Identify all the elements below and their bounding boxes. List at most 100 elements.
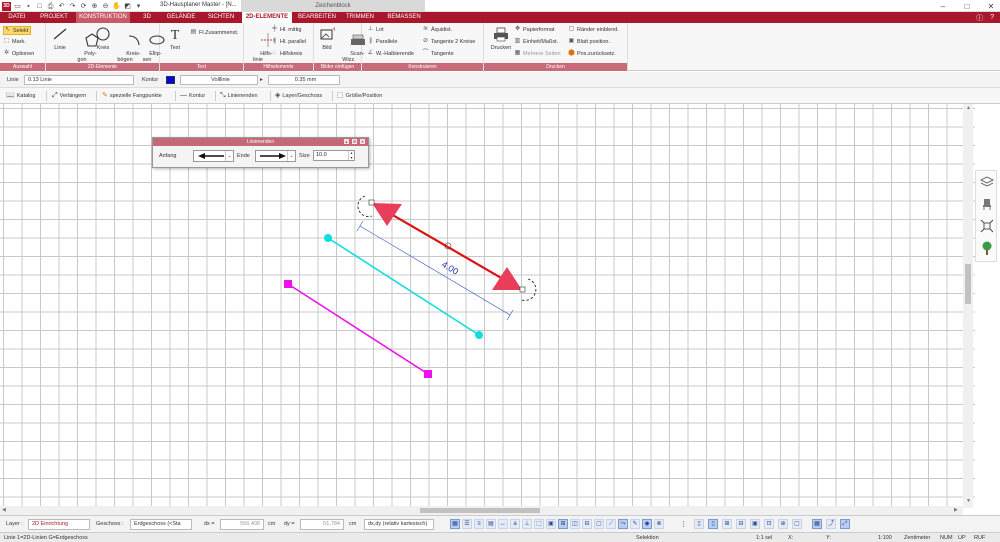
kontur-button[interactable]: — Kontur [180, 91, 205, 101]
raender-einblend-button[interactable]: ▢ Ränder einblend. [568, 26, 619, 33]
linienenden-button[interactable]: ⤡ Linienenden [220, 91, 258, 101]
rotate-handle-start[interactable] [357, 195, 373, 217]
vertical-scrollbar[interactable]: ▲ ▼ [963, 104, 973, 508]
cyan-line-start-handle[interactable] [324, 234, 332, 242]
redo-icon[interactable]: ↷ [68, 2, 77, 11]
snap-line-icon[interactable]: ⟋ [606, 519, 616, 529]
magenta-line-start-handle[interactable] [284, 280, 292, 288]
view-expand-icon[interactable]: ⤢ [840, 519, 850, 529]
scroll-up-icon[interactable]: ▲ [966, 105, 971, 111]
snap-area-icon[interactable]: ⬚ [534, 519, 544, 529]
pos-zuruecksetz-button[interactable]: ⬤ Pos.zurücksetz. [568, 50, 616, 57]
view-zoom-icon[interactable]: ⊕ [778, 519, 788, 529]
verlaengern-button[interactable]: ⤢ Verlängern [52, 91, 86, 101]
snap-angle-icon[interactable]: ⤳ [618, 519, 628, 529]
new-file-icon[interactable]: □ [35, 2, 44, 11]
tab-sichten[interactable]: SICHTEN [204, 12, 238, 23]
line-style-select[interactable]: 0.13 Linie [24, 75, 134, 85]
red-line-end-handle[interactable] [519, 286, 526, 293]
magenta-line-end-handle[interactable] [424, 370, 432, 378]
spinner-arrows-icon[interactable]: ▲ ▼ [348, 151, 354, 160]
dropdown-icon[interactable]: ▾ [134, 2, 143, 11]
horizontal-scrollbar[interactable]: ◀ ▶ [0, 506, 963, 515]
zoom-in-icon[interactable]: ⊕ [90, 2, 99, 11]
line-width-select[interactable]: 0.35 mm [268, 75, 340, 85]
drawing-canvas[interactable]: 4.00 [0, 104, 975, 508]
vertical-scroll-thumb[interactable] [965, 264, 971, 304]
einheit-massst-button[interactable]: ▥ Einheit/Maßst. [514, 38, 559, 45]
scroll-right-icon[interactable]: ▶ [954, 507, 958, 513]
tab-2d-elemente[interactable]: 2D-ELEMENTE [242, 12, 292, 23]
align-icon[interactable]: ☰ [462, 519, 472, 529]
kreis-button[interactable]: Kreis [94, 26, 112, 51]
grid-snap-icon[interactable]: ▦ [450, 519, 460, 529]
groesse-position-button[interactable]: ⬚ Größe/Position [337, 91, 382, 101]
minimize-icon[interactable]: – [938, 2, 948, 11]
geschoss-select[interactable]: Erdgeschoss (<Sta [130, 519, 192, 530]
parallele-button[interactable]: ∥ Parallele [367, 38, 397, 45]
layers-panel-icon[interactable] [980, 175, 994, 189]
pin-icon[interactable]: ▴ [344, 139, 349, 144]
blatt-position-button[interactable]: ▣ Blatt position. [568, 38, 610, 45]
view-tile-icon[interactable]: ⊡ [764, 519, 774, 529]
view-page-active-icon[interactable]: ▯ [708, 519, 718, 529]
magenta-line[interactable] [287, 283, 429, 375]
dy-input[interactable]: 51,784 [300, 519, 344, 530]
tab-3d[interactable]: 3D [138, 12, 156, 23]
cyan-line-end-handle[interactable] [475, 331, 483, 339]
fill-pattern-icon[interactable]: ▤ [486, 519, 496, 529]
view-full-icon[interactable]: ▣ [750, 519, 760, 529]
hl-mittig-button[interactable]: ╪ Hl. mittig [271, 26, 301, 33]
hl-parallel-button[interactable]: ∥ Hl. parallel [271, 38, 306, 45]
scroll-left-icon[interactable]: ◀ [2, 507, 6, 513]
red-line-start-handle[interactable] [368, 199, 375, 206]
tab-gelaende[interactable]: GELÄNDE [164, 12, 198, 23]
snap-point-icon[interactable]: ◫ [570, 519, 580, 529]
dialog-gear-icon[interactable]: ✲ [352, 139, 357, 144]
anfang-select[interactable]: ⌄ [193, 150, 234, 162]
linetype-arrow-icon[interactable]: ▸ [260, 75, 263, 85]
tab-datei[interactable]: DATEI [4, 12, 30, 23]
lot-button[interactable]: ⊥ Lot [367, 26, 384, 33]
linetype-select[interactable]: Volllinie [180, 75, 258, 85]
arrow-head-end[interactable] [492, 267, 522, 290]
snap-tool-icon[interactable]: ◆ [642, 519, 652, 529]
view-split-icon[interactable]: ⊞ [722, 519, 732, 529]
coordinate-mode-select[interactable]: dx,dy (relativ kartesisch) [364, 519, 434, 530]
arrow-head-start[interactable] [372, 203, 402, 226]
dimension-icon[interactable]: ↔ [498, 519, 508, 529]
kontur-color-swatch[interactable] [166, 76, 175, 84]
tree-icon[interactable] [980, 241, 994, 255]
ende-select[interactable]: ⌄ [255, 150, 296, 162]
drucken-button[interactable]: Drucken [488, 26, 514, 51]
tab-bemassen[interactable]: BEMASSEN [384, 12, 424, 23]
selekt-button[interactable]: ↖ Selekt [3, 26, 32, 35]
more-icon[interactable]: ⋮ [680, 520, 687, 529]
zoom-out-icon[interactable]: ⊖ [101, 2, 110, 11]
w-halbierende-button[interactable]: ∠ W.-Halbierende [367, 50, 414, 57]
help-icon[interactable]: ? [990, 14, 994, 21]
tab-projekt[interactable]: PROJEKT [38, 12, 70, 23]
horizontal-scroll-thumb[interactable] [420, 508, 540, 513]
layer-geschoss-button[interactable]: ◈ Layer/Geschoss [275, 91, 322, 101]
save-icon[interactable]: ▪ [24, 2, 33, 11]
snap-rect-icon[interactable]: ▢ [594, 519, 604, 529]
view-3d-icon[interactable]: ◩ [123, 2, 132, 11]
dx-input[interactable]: 556,408 [220, 519, 264, 530]
ortho-icon[interactable]: ⊥ [522, 519, 532, 529]
snap-frame-icon[interactable]: ▣ [546, 519, 556, 529]
dialog-title-bar[interactable]: Linienenden ▴ ✲ ✕ [153, 138, 368, 146]
snap-grid-icon[interactable]: ⊞ [558, 519, 568, 529]
fangpunkte-button[interactable]: ✎ spezielle Fangpunkte [102, 91, 162, 101]
close-icon[interactable]: ✕ [986, 2, 996, 11]
refresh-icon[interactable]: ⟳ [79, 2, 88, 11]
mark-button[interactable]: ⬚ Mark. [3, 38, 26, 45]
drawing-svg[interactable]: 4.00 [0, 104, 963, 506]
snap-draw-icon[interactable]: ✎ [630, 519, 640, 529]
view-grid-icon[interactable]: ▦ [812, 519, 822, 529]
katalog-button[interactable]: 📖 Katalog [6, 91, 35, 101]
folder-icon[interactable]: ▭ [13, 2, 22, 11]
view-multi-icon[interactable]: ⊟ [736, 519, 746, 529]
papierformat-button[interactable]: ✥ Papierformat [514, 26, 555, 33]
snap-off-icon[interactable]: ⊗ [654, 519, 664, 529]
